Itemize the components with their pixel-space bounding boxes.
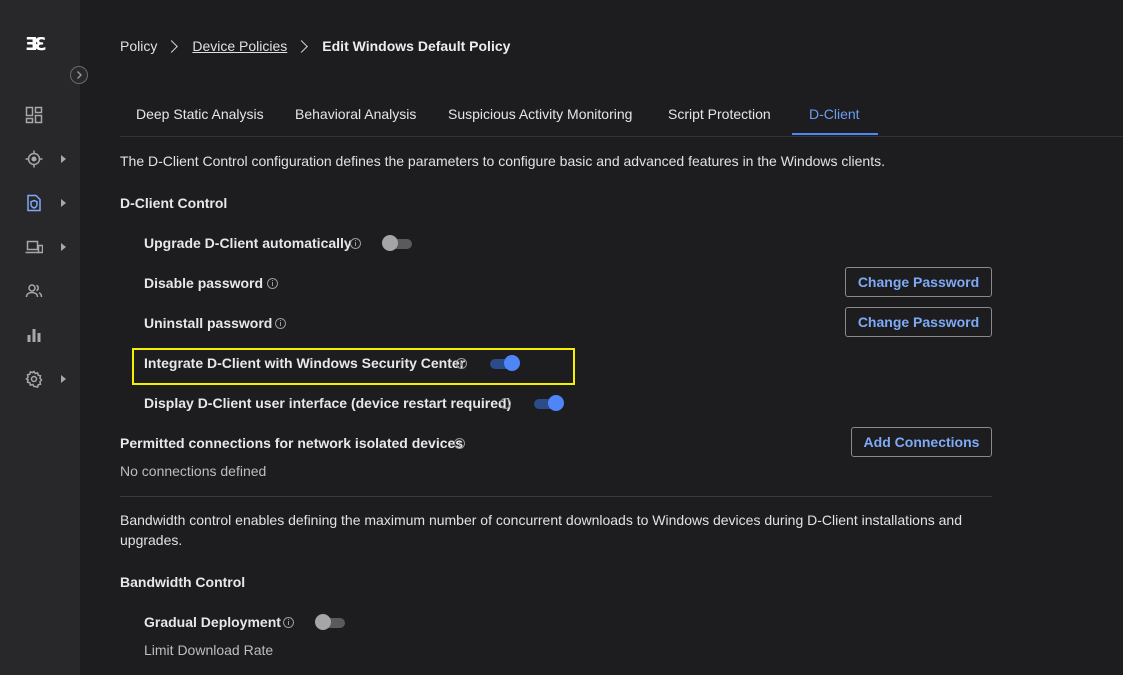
uninstall-password-change-button[interactable]: Change Password xyxy=(845,307,992,337)
chevron-right-icon xyxy=(295,39,309,53)
sidebar: ƎƐ xyxy=(0,0,88,675)
windows-security-center-toggle[interactable] xyxy=(488,355,520,371)
tab-bar: Deep Static Analysis Behavioral Analysis… xyxy=(120,94,1123,137)
tab-behavioral-analysis[interactable]: Behavioral Analysis xyxy=(295,106,416,122)
setting-label-gradual-deployment: Gradual Deployment xyxy=(144,614,281,630)
policy-shield-icon xyxy=(27,194,41,212)
chevron-right-icon xyxy=(165,39,179,53)
sidebar-item-settings[interactable] xyxy=(0,361,80,397)
info-icon[interactable] xyxy=(500,398,511,409)
setting-label-display-ui: Display D-Client user interface (device … xyxy=(144,395,512,411)
expand-arrow-icon xyxy=(61,155,66,163)
gradual-deployment-toggle[interactable] xyxy=(315,614,347,630)
dclient-intro-text: The D-Client Control configuration defin… xyxy=(120,153,885,169)
breadcrumb: Policy Device Policies Edit Windows Defa… xyxy=(120,38,510,54)
reports-chart-icon xyxy=(27,329,41,342)
settings-gear-icon xyxy=(25,370,43,388)
app-logo: ƎƐ xyxy=(25,34,47,55)
setting-label-uninstall-password: Uninstall password xyxy=(144,315,273,331)
info-icon[interactable] xyxy=(456,358,467,369)
add-connections-button[interactable]: Add Connections xyxy=(851,427,992,457)
sidebar-item-users[interactable] xyxy=(0,273,80,309)
section-divider xyxy=(120,496,992,497)
limit-download-rate-label: Limit Download Rate xyxy=(144,642,274,658)
target-icon xyxy=(25,150,43,168)
permitted-connections-label: Permitted connections for network isolat… xyxy=(120,435,464,451)
setting-label-disable-password: Disable password xyxy=(144,275,264,291)
users-icon xyxy=(25,284,43,298)
sidebar-item-dashboard[interactable] xyxy=(0,97,80,133)
dclient-control-heading: D-Client Control xyxy=(120,195,228,211)
breadcrumb-root[interactable]: Policy xyxy=(120,38,157,54)
upgrade-toggle[interactable] xyxy=(382,235,414,251)
expand-arrow-icon xyxy=(61,243,66,251)
setting-label-upgrade: Upgrade D-Client automatically xyxy=(144,235,352,251)
tab-script-protection[interactable]: Script Protection xyxy=(668,106,771,122)
breadcrumb-current: Edit Windows Default Policy xyxy=(322,38,511,54)
tab-d-client[interactable]: D-Client xyxy=(809,106,860,122)
tab-suspicious-activity-monitoring[interactable]: Suspicious Activity Monitoring xyxy=(448,106,632,122)
tab-deep-static-analysis[interactable]: Deep Static Analysis xyxy=(136,106,264,122)
breadcrumb-parent-link[interactable]: Device Policies xyxy=(192,38,287,54)
main-content: Policy Device Policies Edit Windows Defa… xyxy=(80,0,1123,675)
dashboard-icon xyxy=(25,106,43,124)
sidebar-item-devices[interactable] xyxy=(0,229,80,265)
disable-password-change-button[interactable]: Change Password xyxy=(845,267,992,297)
info-icon[interactable] xyxy=(454,438,465,449)
active-tab-indicator xyxy=(792,133,878,135)
devices-icon xyxy=(25,240,43,254)
setting-label-windows-security-center: Integrate D-Client with Windows Security… xyxy=(144,355,466,371)
display-ui-toggle[interactable] xyxy=(532,395,564,411)
info-icon[interactable] xyxy=(267,278,278,289)
sidebar-item-threats[interactable] xyxy=(0,141,80,177)
info-icon[interactable] xyxy=(350,238,361,249)
bandwidth-intro-line1: Bandwidth control enables defining the m… xyxy=(120,512,963,528)
sidebar-item-reports[interactable] xyxy=(0,317,80,353)
bandwidth-intro-line2: upgrades. xyxy=(120,532,183,548)
expand-arrow-icon xyxy=(61,199,66,207)
expand-arrow-icon xyxy=(61,375,66,383)
info-icon[interactable] xyxy=(275,318,286,329)
no-connections-text: No connections defined xyxy=(120,463,267,479)
sidebar-item-policy[interactable] xyxy=(0,185,80,221)
bandwidth-control-heading: Bandwidth Control xyxy=(120,574,246,590)
info-icon[interactable] xyxy=(283,617,294,628)
